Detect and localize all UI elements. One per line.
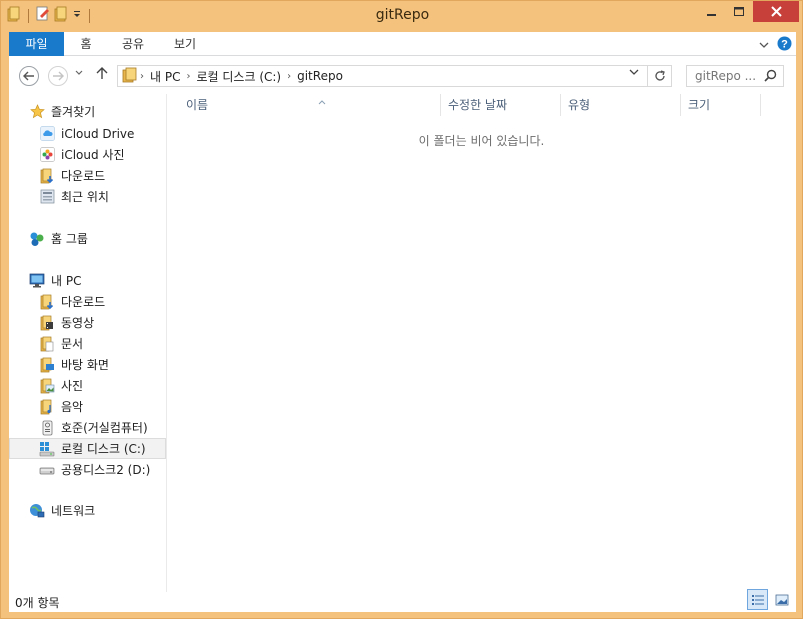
title-bar: gitRepo [1, 1, 803, 32]
column-header-date-modified[interactable]: 수정한 날짜 [441, 94, 561, 116]
network-icon [29, 503, 45, 519]
chevron-right-icon[interactable]: › [287, 71, 291, 82]
nav-label: 음악 [61, 400, 84, 414]
refresh-button[interactable] [648, 65, 672, 87]
chevron-right-icon[interactable]: › [140, 71, 144, 82]
nav-icloud-photos[interactable]: iCloud 사진 [39, 144, 125, 165]
breadcrumb-this-pc[interactable]: 내 PC [150, 68, 180, 85]
file-list-pane: 이름 수정한 날짜 유형 크기 이 폴더는 비어 있습니다. [167, 94, 796, 592]
tab-home[interactable]: 홈 [71, 32, 101, 56]
nav-label: iCloud Drive [61, 126, 135, 141]
address-bar[interactable]: › 내 PC › 로컬 디스크 (C:) › gitRepo [117, 65, 648, 87]
navigation-bar: › 내 PC › 로컬 디스크 (C:) › gitRepo gitRepo .… [9, 56, 796, 94]
nav-label: 바탕 화면 [61, 358, 109, 372]
nav-local-disk-c[interactable]: 로컬 디스크 (C:) [9, 438, 166, 459]
music-folder-icon [39, 399, 55, 415]
window-title: gitRepo [375, 7, 430, 23]
nav-label: 네트워크 [51, 504, 96, 518]
recent-locations-icon[interactable] [75, 69, 83, 78]
back-button[interactable] [19, 66, 39, 86]
column-header-type[interactable]: 유형 [561, 94, 681, 116]
tab-share[interactable]: 공유 [113, 32, 153, 56]
downloads-folder-icon [39, 294, 55, 310]
nav-label: 홈 그룹 [51, 232, 88, 246]
ribbon-tabs: 파일 홈 공유 보기 ? [9, 32, 796, 56]
expand-ribbon-icon[interactable] [759, 38, 769, 52]
nav-label: iCloud 사진 [61, 148, 125, 162]
nav-pictures[interactable]: 사진 [39, 375, 83, 396]
recent-places-icon [39, 189, 55, 205]
cloud-icon [39, 126, 55, 142]
large-icons-view-button[interactable] [771, 589, 792, 610]
navigation-pane: 즐겨찾기 iCloud Drive iCloud 사진 다운로드 최근 위치 홈… [9, 94, 167, 592]
videos-folder-icon [39, 315, 55, 331]
ribbon-controls: ? [759, 36, 792, 54]
maximize-button[interactable] [726, 1, 753, 22]
nav-recent-places[interactable]: 최근 위치 [39, 186, 109, 207]
breadcrumb-local-disk[interactable]: 로컬 디스크 (C:) [196, 68, 281, 85]
column-header-name[interactable]: 이름 [179, 94, 441, 116]
nav-label: 호준(거실컴퓨터) [61, 421, 148, 435]
window-client-area: 파일 홈 공유 보기 ? › 내 PC › 로컬 디스크 (C:) › gitR… [9, 32, 796, 612]
nav-label: 사진 [61, 379, 84, 393]
sort-ascending-icon [318, 92, 326, 114]
nav-favorites[interactable]: 즐겨찾기 [29, 101, 95, 122]
search-icon[interactable] [764, 69, 777, 85]
help-icon[interactable]: ? [777, 36, 792, 54]
chevron-right-icon[interactable]: › [186, 71, 190, 82]
empty-folder-message: 이 폴더는 비어 있습니다. [418, 134, 545, 148]
nav-label: 다운로드 [61, 169, 106, 183]
media-device-icon [39, 420, 55, 436]
nav-label: 로컬 디스크 (C:) [61, 442, 146, 456]
nav-label: 다운로드 [61, 295, 106, 309]
column-label: 이름 [186, 98, 209, 112]
pictures-folder-icon [39, 378, 55, 394]
explorer-window: gitRepo 파일 홈 공유 보기 ? › 내 PC › 로컬 디스크 (C:… [0, 0, 803, 619]
folder-icon [122, 67, 138, 86]
up-arrow-icon[interactable] [96, 66, 108, 84]
nav-videos[interactable]: 동영상 [39, 312, 94, 333]
breadcrumb-gitrepo[interactable]: gitRepo [297, 69, 343, 83]
search-input[interactable]: gitRepo ... [695, 69, 756, 83]
nav-documents[interactable]: 문서 [39, 333, 83, 354]
nav-device-living-room-pc[interactable]: 호준(거실컴퓨터) [39, 417, 148, 438]
system-drive-icon [39, 441, 55, 457]
nav-this-pc[interactable]: 내 PC [29, 270, 81, 291]
homegroup-icon [29, 231, 45, 247]
desktop-folder-icon [39, 357, 55, 373]
nav-music[interactable]: 음악 [39, 396, 83, 417]
close-button[interactable] [753, 1, 799, 22]
nav-desktop[interactable]: 바탕 화면 [39, 354, 109, 375]
nav-downloads-favorite[interactable]: 다운로드 [39, 165, 105, 186]
nav-downloads[interactable]: 다운로드 [39, 291, 105, 312]
nav-label: 공용디스크2 (D:) [61, 463, 151, 477]
status-bar: 0개 항목 [9, 589, 796, 612]
downloads-folder-icon [39, 168, 55, 184]
nav-label: 문서 [61, 337, 84, 351]
nav-label: 최근 위치 [61, 190, 109, 204]
drive-icon [39, 462, 55, 478]
documents-folder-icon [39, 336, 55, 352]
item-count: 0개 항목 [15, 596, 60, 610]
forward-button[interactable] [48, 66, 68, 86]
search-box[interactable]: gitRepo ... [686, 65, 784, 87]
address-dropdown-icon[interactable] [629, 69, 639, 79]
nav-label: 내 PC [51, 274, 82, 288]
nav-network[interactable]: 네트워크 [29, 500, 95, 521]
tab-view[interactable]: 보기 [167, 32, 203, 56]
computer-icon [29, 273, 45, 289]
nav-shared-disk-d[interactable]: 공용디스크2 (D:) [39, 459, 150, 480]
minimize-button[interactable] [698, 1, 726, 22]
column-header-size[interactable]: 크기 [681, 94, 761, 116]
photos-icon [39, 147, 55, 163]
nav-label: 즐겨찾기 [51, 105, 96, 119]
nav-homegroup[interactable]: 홈 그룹 [29, 228, 88, 249]
svg-text:?: ? [781, 39, 788, 51]
tab-file[interactable]: 파일 [9, 32, 64, 56]
details-view-button[interactable] [747, 589, 768, 610]
star-icon [29, 104, 45, 120]
nav-label: 동영상 [61, 316, 95, 330]
nav-icloud-drive[interactable]: iCloud Drive [39, 123, 134, 144]
